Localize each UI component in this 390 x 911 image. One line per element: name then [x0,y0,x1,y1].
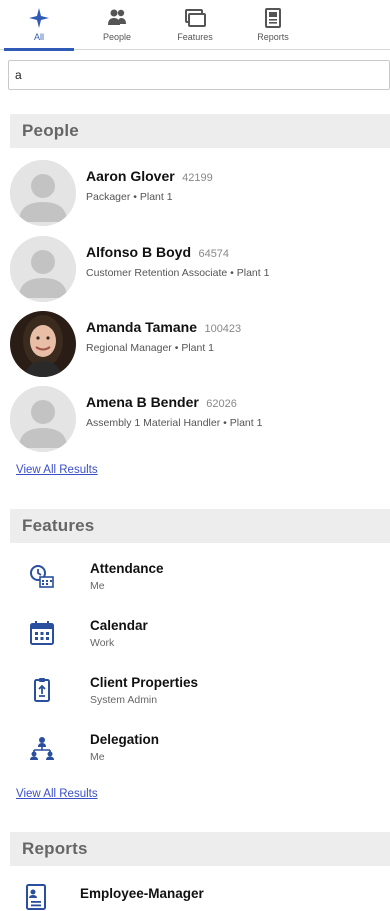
feature-subtitle: Me [90,580,105,592]
person-subtitle: Assembly 1 Material Handler • Plant 1 [86,417,263,429]
feature-title: Calendar [90,618,148,633]
delegation-icon [28,734,58,760]
attendance-icon [28,563,58,589]
tab-people[interactable]: People [78,0,156,50]
person-text: Amena B Bender 62026 Assembly 1 Material… [86,394,262,429]
feature-result-delegation[interactable]: Delegation Me [28,732,368,776]
sparkle-icon [29,8,49,28]
person-id: 42199 [182,172,213,184]
tab-reports[interactable]: Reports [234,0,312,50]
person-name-row: Amanda Tamane 100423 [86,319,241,337]
feature-result-attendance[interactable]: Attendance Me [28,561,368,605]
person-result[interactable]: Amanda Tamane 100423 Regional Manager • … [10,311,390,379]
feature-title: Delegation [90,732,160,747]
reports-icon [265,8,281,28]
report-title: Employee-Manager [80,886,204,901]
tab-features[interactable]: Features [156,0,234,50]
person-subtitle: Packager • Plant 1 [86,191,173,203]
feature-text: Attendance Me [90,561,164,592]
features-section-title: Features [22,516,95,535]
person-name: Amanda Tamane [86,319,197,335]
person-placeholder-icon [10,236,76,302]
feature-title: Client Properties [90,675,199,690]
feature-text: Delegation Me [90,732,159,763]
people-section-title: People [22,121,79,140]
person-name: Alfonso B Boyd [86,244,191,260]
person-text: Aaron Glover 42199 Packager • Plant 1 [86,168,213,203]
search-box [8,60,390,90]
person-id: 64574 [198,248,230,260]
report-result-employee-manager[interactable]: Employee-Manager [22,880,362,910]
person-text: Alfonso B Boyd 64574 Customer Retention … [86,244,269,279]
person-result[interactable]: Aaron Glover 42199 Packager • Plant 1 [10,160,390,228]
search-category-tabs: All People Features Reports [0,0,390,51]
avatar [10,236,76,302]
person-name-row: Alfonso B Boyd 64574 [86,244,269,262]
feature-result-calendar[interactable]: Calendar Work [28,618,368,662]
person-name: Amena B Bender [86,394,199,410]
feature-subtitle: Work [90,637,115,649]
tab-all[interactable]: All [0,0,78,51]
person-result[interactable]: Alfonso B Boyd 64574 Customer Retention … [10,236,390,304]
people-icon [108,9,126,25]
tab-features-label: Features [177,32,213,42]
avatar [10,160,76,226]
person-result[interactable]: Amena B Bender 62026 Assembly 1 Material… [10,386,390,454]
feature-text: Client Properties System Admin [90,675,198,706]
person-id: 62026 [206,398,237,410]
avatar-photo [10,311,76,377]
person-photo-icon [10,311,76,377]
people-section-header: People [10,114,390,148]
tab-all-label: All [33,32,44,42]
person-name-row: Amena B Bender 62026 [86,394,262,412]
person-text: Amanda Tamane 100423 Regional Manager • … [86,319,241,354]
person-subtitle: Customer Retention Associate • Plant 1 [86,267,270,279]
feature-text: Calendar Work [90,618,148,649]
people-view-all-link[interactable]: View All Results [16,464,98,476]
feature-subtitle: System Admin [90,694,158,706]
person-placeholder-icon [10,386,76,452]
person-id: 100423 [204,323,242,335]
feature-subtitle: Me [90,751,105,763]
person-name: Aaron Glover [86,168,175,184]
person-placeholder-icon [10,160,76,226]
calendar-icon [28,620,58,646]
report-icon [22,884,52,910]
features-view-all-link[interactable]: View All Results [16,788,98,800]
person-name-row: Aaron Glover 42199 [86,168,213,186]
tab-reports-label: Reports [257,32,289,42]
reports-section-title: Reports [22,839,88,858]
feature-text: Employee-Manager [80,886,204,901]
avatar [10,386,76,452]
clipboard-icon [28,677,58,703]
features-icon [185,9,206,27]
search-input[interactable] [9,61,389,89]
reports-section-header: Reports [10,832,390,866]
features-section-header: Features [10,509,390,543]
feature-result-client-properties[interactable]: Client Properties System Admin [28,675,368,719]
feature-title: Attendance [90,561,164,576]
tab-people-label: People [102,32,132,42]
person-subtitle: Regional Manager • Plant 1 [86,342,215,354]
